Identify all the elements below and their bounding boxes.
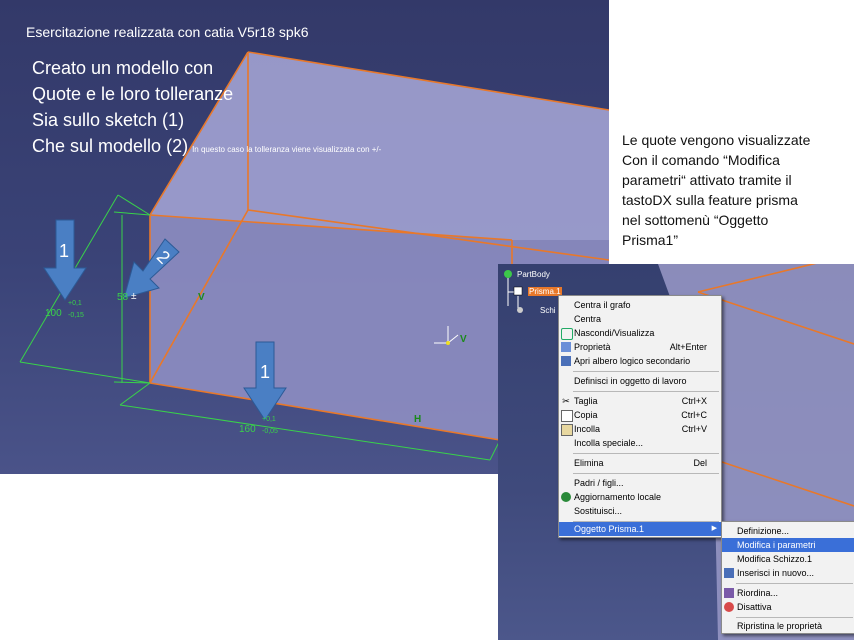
submenu-arrow-icon: ▶ bbox=[711, 525, 717, 532]
menu-item-incolla[interactable]: Incolla Ctrl+V bbox=[559, 422, 721, 436]
description-text: Le quote vengono visualizzate Con il com… bbox=[622, 130, 852, 250]
reorder-icon bbox=[724, 588, 734, 598]
dim100-ext-top bbox=[117, 194, 151, 216]
tree-item-sketch[interactable]: Schi bbox=[540, 306, 556, 315]
submenu-item-riordina[interactable]: Riordina... bbox=[722, 586, 854, 600]
menu-item-copia[interactable]: Copia Ctrl+C bbox=[559, 408, 721, 422]
menu-separator bbox=[573, 371, 719, 372]
dim58-ext-top bbox=[113, 211, 151, 216]
sketch-icon bbox=[517, 307, 523, 313]
description-line-5: nel sottomenù “Oggetto bbox=[622, 212, 769, 228]
scissors-icon: ✂ bbox=[562, 396, 570, 406]
slide-line-4-text: Che sul modello (2) bbox=[32, 136, 189, 156]
submenu-item-inserisci[interactable]: Inserisci in nuovo... bbox=[722, 566, 854, 580]
dim100-plus-tol: +0,1 bbox=[68, 300, 82, 307]
menu-separator bbox=[736, 583, 853, 584]
context-menu: Centra il grafo Centra Nascondi/Visualiz… bbox=[558, 295, 722, 538]
tree-icon bbox=[561, 356, 571, 366]
paste-icon bbox=[561, 424, 573, 436]
eye-icon bbox=[561, 328, 573, 340]
constraint-h-bottom: H bbox=[414, 414, 422, 425]
menu-item-proprieta[interactable]: Proprietà Alt+Enter bbox=[559, 340, 721, 354]
slide-line-4: Che sul modello (2) In questo caso la tol… bbox=[32, 136, 381, 157]
dim100-minus-tol: -0,15 bbox=[68, 312, 84, 319]
description-line-6: Prisma1” bbox=[622, 232, 679, 248]
menu-item-incolla-speciale[interactable]: Incolla speciale... bbox=[559, 436, 721, 450]
menu-item-elimina[interactable]: Elimina Del bbox=[559, 456, 721, 470]
constraint-v-axis: V bbox=[460, 334, 467, 345]
dim100-value: 100 bbox=[45, 308, 62, 319]
slide-note: In questo caso la tolleranza viene visua… bbox=[192, 145, 382, 154]
description-line-1: Le quote vengono visualizzate bbox=[622, 132, 811, 148]
dim160-ext-left bbox=[119, 382, 151, 406]
menu-item-sostituisci[interactable]: Sostituisci... bbox=[559, 504, 721, 518]
dim100-ext-bottom bbox=[19, 361, 151, 384]
menu-item-definisci[interactable]: Definisci in oggetto di lavoro bbox=[559, 374, 721, 388]
slide-line-2: Quote e le loro tolleranze bbox=[32, 84, 234, 104]
menu-item-centra[interactable]: Centra bbox=[559, 312, 721, 326]
menu-item-nascondi[interactable]: Nascondi/Visualizza bbox=[559, 326, 721, 340]
dim58-sign: ± bbox=[131, 291, 137, 302]
menu-item-padri-figli[interactable]: Padri / figli... bbox=[559, 476, 721, 490]
dim160-value: 160 bbox=[239, 424, 256, 435]
description-line-2: Con il comando “Modifica bbox=[622, 152, 780, 168]
insert-icon bbox=[724, 568, 734, 578]
dim58-value: 58 bbox=[117, 292, 129, 303]
submenu-item-modifica-schizzo[interactable]: Modifica Schizzo.1 bbox=[722, 552, 854, 566]
tree-item-prisma[interactable]: Prisma.1 bbox=[528, 287, 562, 296]
dim160-plus-tol: +0,1 bbox=[262, 416, 276, 423]
dim160-minus-tol: -0,05 bbox=[262, 428, 278, 435]
constraint-v-left: V bbox=[198, 292, 205, 303]
submenu-item-definizione[interactable]: Definizione... bbox=[722, 524, 854, 538]
update-icon bbox=[561, 492, 571, 502]
badge-1-left: 1 bbox=[59, 241, 70, 261]
slide-line-1: Creato un modello con bbox=[32, 58, 214, 78]
menu-separator bbox=[573, 473, 719, 474]
submenu-item-disattiva[interactable]: Disattiva bbox=[722, 600, 854, 614]
badge-1-bottom: 1 bbox=[260, 362, 271, 382]
partbody-gear-icon bbox=[504, 270, 512, 278]
slide-line-3: Sia sullo sketch (1) bbox=[32, 110, 185, 130]
slide-title: Esercitazione realizzata con catia V5r18… bbox=[26, 24, 309, 40]
menu-item-taglia[interactable]: ✂ Taglia Ctrl+X bbox=[559, 394, 721, 408]
menu-item-apri-albero[interactable]: Apri albero logico secondario bbox=[559, 354, 721, 368]
prism-feature-icon bbox=[513, 286, 523, 296]
menu-separator bbox=[736, 617, 853, 618]
properties-icon bbox=[561, 342, 571, 352]
description-line-3: parametri“ attivato tramite il bbox=[622, 172, 792, 188]
menu-item-oggetto-prisma[interactable]: Oggetto Prisma.1 ▶ bbox=[559, 522, 721, 536]
submenu-item-ripristina[interactable]: Ripristina le proprietà bbox=[722, 619, 854, 633]
menu-item-centra-grafo[interactable]: Centra il grafo bbox=[559, 298, 721, 312]
submenu-item-modifica-parametri[interactable]: Modifica i parametri bbox=[722, 538, 854, 552]
tree-item-partbody[interactable]: PartBody bbox=[517, 270, 550, 279]
submenu-oggetto-prisma: Definizione... Modifica i parametri Modi… bbox=[721, 521, 854, 634]
deactivate-icon bbox=[724, 602, 734, 612]
menu-item-aggiornamento[interactable]: Aggiornamento locale bbox=[559, 490, 721, 504]
copy-icon bbox=[561, 410, 573, 422]
description-line-4: tastoDX sulla feature prisma bbox=[622, 192, 798, 208]
menu-separator bbox=[573, 391, 719, 392]
menu-separator bbox=[573, 453, 719, 454]
